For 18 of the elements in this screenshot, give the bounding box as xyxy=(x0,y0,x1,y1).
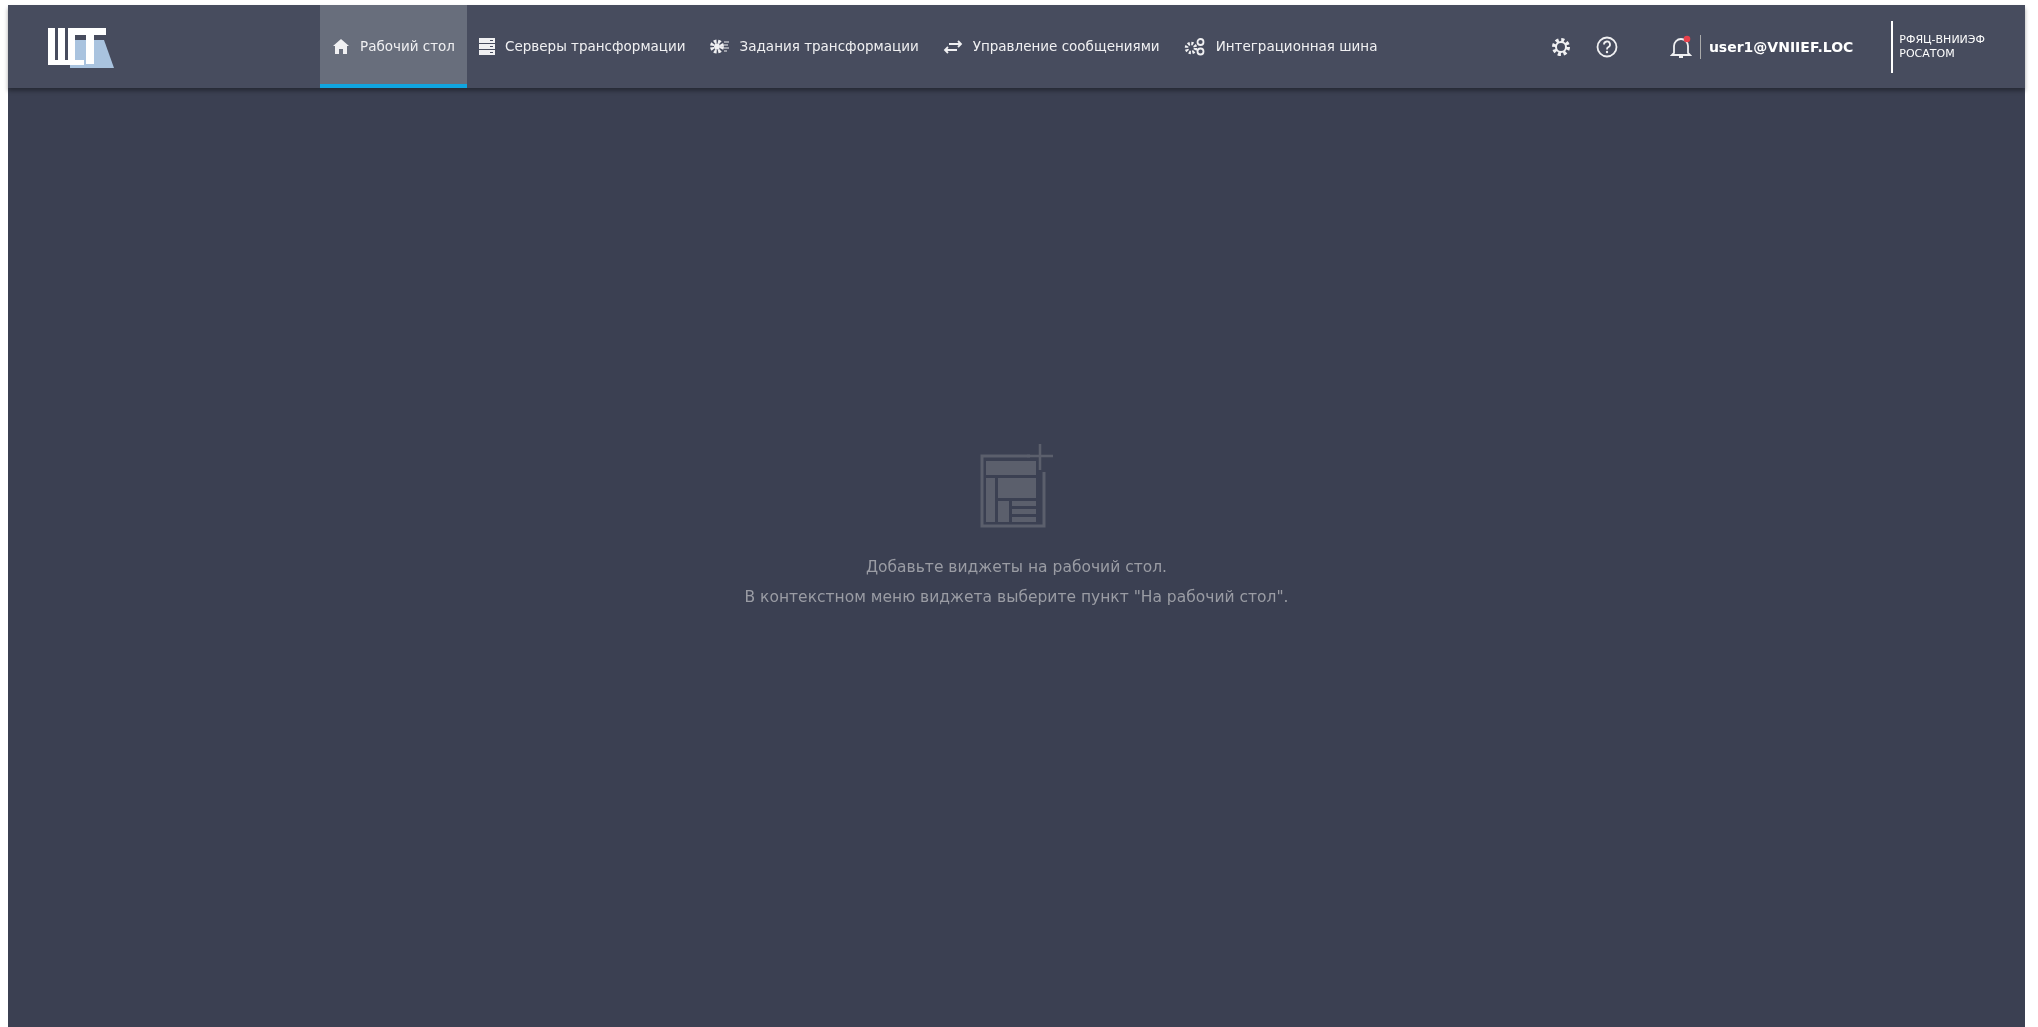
logo xyxy=(48,25,114,68)
user-name[interactable]: user1@VNIIEF.LOC xyxy=(1699,34,1854,59)
empty-state-text: В контекстном меню виджета выберите пункт "На рабочий стол". xyxy=(744,586,1289,608)
nav-tab[interactable]: Задания трансформации xyxy=(697,5,931,88)
swap-arrows-icon xyxy=(942,39,963,54)
server-icon xyxy=(479,38,495,55)
notifications-button[interactable] xyxy=(1669,34,1692,59)
settings-button[interactable] xyxy=(1549,35,1572,58)
gears-icon xyxy=(1183,37,1206,56)
gear-icon xyxy=(709,38,730,55)
home-icon xyxy=(332,38,350,55)
organization-label: РФЯЦ-ВНИИЭФ РОСАТОМ xyxy=(1891,20,1985,73)
nav-tab[interactable]: Рабочий стол xyxy=(320,5,467,88)
nav-tab[interactable]: Интеграционная шина xyxy=(1171,5,1390,88)
help-button[interactable] xyxy=(1595,35,1618,58)
nav-tab[interactable]: Управление сообщениями xyxy=(930,5,1172,88)
empty-state-text: Добавьте виджеты на рабочий стол. xyxy=(865,556,1168,578)
nav-tab[interactable]: Серверы трансформации xyxy=(467,5,698,88)
